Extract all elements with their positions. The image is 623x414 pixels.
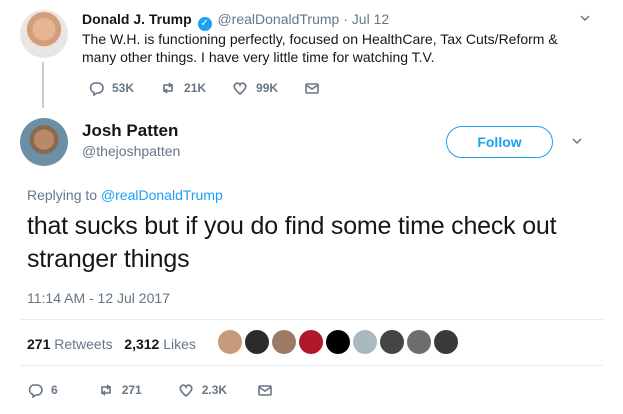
divider (20, 365, 603, 366)
thread-line (42, 62, 44, 108)
like-button[interactable]: 99K (232, 80, 278, 96)
replying-to-link[interactable]: @realDonaldTrump (101, 187, 223, 203)
envelope-icon (258, 385, 272, 396)
envelope-icon (305, 83, 319, 94)
chevron-down-icon[interactable] (578, 12, 592, 26)
retweet-icon (163, 82, 173, 94)
retweet-button[interactable]: 21K (160, 80, 206, 96)
reply-icon (28, 384, 43, 398)
parent-tweet[interactable]: Donald J. Trump ✓ @realDonaldTrump · Jul… (0, 0, 623, 110)
like-count: 99K (256, 81, 279, 95)
like-button[interactable]: 2.3K (178, 382, 227, 398)
replying-to: Replying to @realDonaldTrump (27, 187, 223, 203)
retweet-button[interactable]: 271 (98, 382, 142, 398)
liker-avatar[interactable] (353, 330, 377, 354)
like-count: 2.3K (201, 383, 228, 397)
reply-button[interactable]: 53K (88, 80, 134, 96)
liker-avatar[interactable] (407, 330, 431, 354)
liker-avatar[interactable] (326, 330, 350, 354)
tweet-text: that sucks but if you do find some time … (27, 212, 557, 273)
like-stat-label: Likes (163, 336, 196, 352)
liker-avatar[interactable] (380, 330, 404, 354)
replying-prefix: Replying to (27, 187, 98, 203)
retweet-stat[interactable]: 271 Retweets (27, 336, 113, 352)
retweet-count: 271 (121, 383, 142, 397)
reply-count: 6 (51, 383, 58, 397)
author-name[interactable]: Josh Patten (82, 121, 178, 141)
main-action-bar: 6 271 2.3K (27, 382, 307, 398)
avatar[interactable] (20, 10, 68, 58)
follow-button[interactable]: Follow (446, 126, 553, 158)
liker-avatars (218, 330, 461, 354)
like-total: 2,312 (124, 336, 160, 352)
heart-icon (233, 82, 247, 96)
liker-avatar[interactable] (434, 330, 458, 354)
like-stat[interactable]: 2,312 Likes (124, 336, 196, 352)
liker-avatar[interactable] (245, 330, 269, 354)
reply-button[interactable]: 6 (27, 382, 58, 398)
parent-action-bar: 53K 21K 99K (88, 80, 354, 96)
heart-icon (179, 384, 193, 398)
parent-tweet-header: Donald J. Trump ✓ @realDonaldTrump · Jul… (82, 11, 389, 31)
verified-badge-icon: ✓ (197, 17, 212, 31)
liker-avatar[interactable] (299, 330, 323, 354)
avatar[interactable] (20, 118, 68, 166)
separator: · (343, 11, 348, 27)
tweet-stats: 271 Retweets 2,312 Likes (27, 336, 196, 352)
reply-icon (89, 82, 104, 96)
message-button[interactable] (304, 80, 328, 96)
tweet-date[interactable]: Jul 12 (352, 11, 389, 27)
retweet-icon (100, 384, 111, 396)
reply-count: 53K (112, 81, 135, 95)
divider (20, 319, 603, 320)
tweet-timestamp[interactable]: 11:14 AM - 12 Jul 2017 (27, 290, 170, 306)
message-button[interactable] (257, 382, 281, 398)
author-handle[interactable]: @realDonaldTrump (217, 11, 339, 27)
chevron-down-icon[interactable] (570, 135, 584, 149)
retweet-count: 21K (184, 81, 207, 95)
retweet-stat-label: Retweets (54, 336, 113, 352)
liker-avatar[interactable] (218, 330, 242, 354)
author-name[interactable]: Donald J. Trump (82, 11, 192, 27)
liker-avatar[interactable] (272, 330, 296, 354)
tweet-text: The W.H. is functioning perfectly, focus… (82, 31, 558, 65)
author-handle[interactable]: @thejoshpatten (82, 143, 180, 159)
retweet-total: 271 (27, 336, 51, 352)
